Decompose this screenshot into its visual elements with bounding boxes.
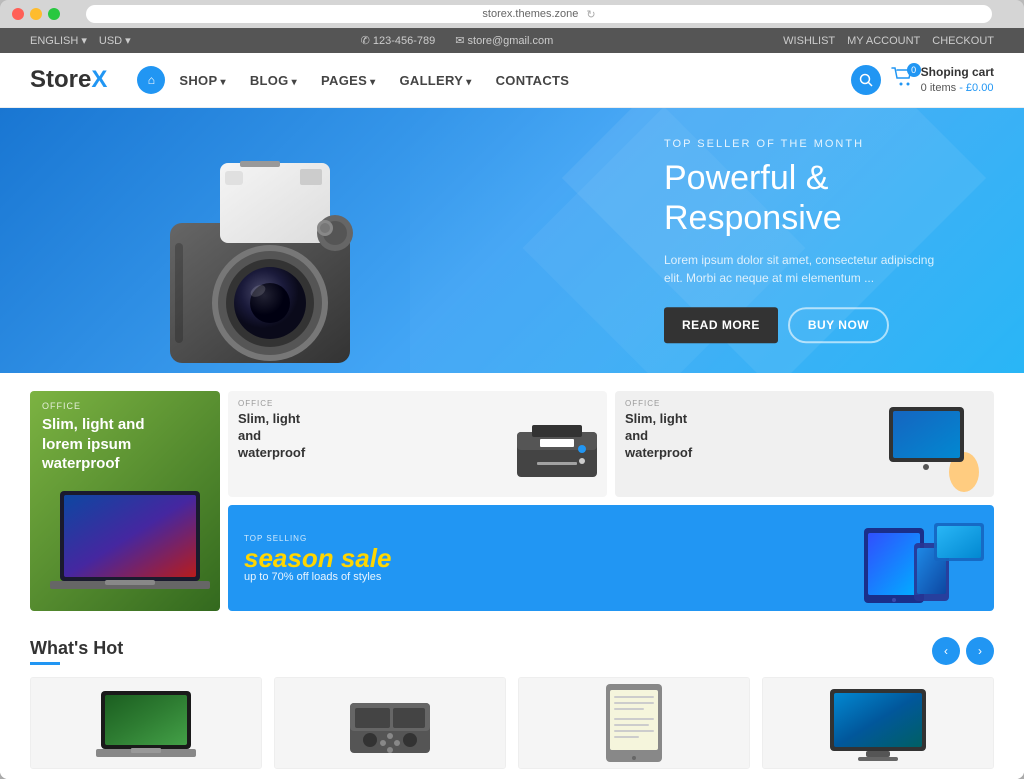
cart-items: 0 items - £0.00 [921,81,994,95]
promo-right-col: OFFICE Slim, light and waterproof [228,391,994,611]
nav-contacts[interactable]: CONTACTS [486,67,580,94]
refresh-icon[interactable]: ↻ [586,8,595,21]
site-logo[interactable]: StoreX [30,66,107,94]
hero-subtitle: TOP SELLER OF THE MONTH [664,138,944,150]
promo-grid: OFFICE Slim, light and lorem ipsum water… [0,373,1024,621]
browser-titlebar: storex.themes.zone ↻ [0,0,1024,28]
sale-subtitle: up to 70% off loads of styles [244,571,843,583]
top-bar-left: ENGLISH USD [30,34,131,47]
minimize-browser-btn[interactable] [30,8,42,20]
hero-camera-image [140,133,400,373]
currency-selector[interactable]: USD [99,34,131,47]
promo-card-laptop[interactable]: OFFICE Slim, light and lorem ipsum water… [30,391,220,611]
wishlist-link[interactable]: WISHLIST [783,35,835,47]
product-card-2[interactable] [274,677,506,769]
email-address: ✉ store@gmail.com [455,34,553,47]
maximize-browser-btn[interactable] [48,8,60,20]
nav-pages[interactable]: PAGES [311,67,385,94]
promo-top-row: OFFICE Slim, light and waterproof [228,391,994,497]
nav-gallery[interactable]: GALLERY [389,67,481,94]
logo-x: X [91,66,107,93]
tablet-touch-svg [884,397,994,492]
hero-title: Powerful & Responsive [664,158,944,240]
top-bar-right: WISHLIST MY ACCOUNT CHECKOUT [783,35,994,47]
account-link[interactable]: MY ACCOUNT [847,35,920,47]
sale-content-area: TOP SELLING season sale up to 70% off lo… [228,505,994,611]
product-image-2 [275,678,505,768]
nav-shop[interactable]: SHOP [169,67,235,94]
promo-card-printer[interactable]: OFFICE Slim, light and waterproof [228,391,607,497]
macbook-svg [96,686,196,761]
carousel-nav: ‹ › [932,637,994,665]
hero-buttons: READ MORE BUY NOW [664,307,944,343]
whats-hot-section: What's Hot ‹ › [0,621,1024,779]
sale-devices-svg [859,508,989,608]
top-bar: ENGLISH USD ✆ 123-456-789 ✉ store@gmail.… [0,28,1024,53]
hero-description: Lorem ipsum dolor sit amet, consectetur … [664,251,944,287]
cart-icon-wrap: 0 [891,67,915,92]
promo-text-2: Slim, light and waterproof [238,411,318,462]
promo-label-3: OFFICE [625,399,660,408]
phone-number: ✆ 123-456-789 [361,34,436,47]
camera-svg [140,133,400,373]
nav-blog[interactable]: BLOG [240,67,307,94]
language-selector[interactable]: ENGLISH [30,34,87,47]
nav-links: ⌂ SHOP BLOG PAGES GALLERY CONTACTS [137,66,850,94]
sale-label: TOP SELLING [244,534,843,543]
products-row [30,677,994,769]
logo-text: Store [30,66,91,93]
buy-now-button[interactable]: BUY NOW [788,307,889,343]
cart-badge: 0 [907,63,921,77]
promo-text-1: Slim, light and lorem ipsum waterproof [42,415,152,474]
close-browser-btn[interactable] [12,8,24,20]
prev-arrow[interactable]: ‹ [932,637,960,665]
product-image-1 [31,678,261,768]
console-svg [345,688,435,758]
address-bar[interactable]: storex.themes.zone ↻ [86,5,992,23]
section-title: What's Hot [30,638,123,665]
promo-text-3: Slim, light and waterproof [625,411,700,462]
cart-label: Shoping cart [921,65,994,81]
hero-content: TOP SELLER OF THE MONTH Powerful & Respo… [664,138,944,344]
cart-button[interactable]: 0 Shoping cart 0 items - £0.00 [891,65,994,95]
product-card-3[interactable] [518,677,750,769]
product-card-4[interactable] [762,677,994,769]
website-content: ENGLISH USD ✆ 123-456-789 ✉ store@gmail.… [0,28,1024,779]
search-button[interactable] [851,65,881,95]
browser-chrome: storex.themes.zone ↻ [0,0,1024,28]
read-more-button[interactable]: READ MORE [664,307,778,343]
promo-card-tablet[interactable]: OFFICE Slim, light and waterproof [615,391,994,497]
laptop-svg [50,481,220,611]
url-text: storex.themes.zone [482,8,578,20]
promo-sale-card[interactable]: TOP SELLING season sale up to 70% off lo… [228,505,994,611]
promo-label-2: OFFICE [238,399,273,408]
hero-banner: TOP SELLER OF THE MONTH Powerful & Respo… [0,108,1024,373]
sale-title: season sale [244,545,843,571]
sale-text: TOP SELLING season sale up to 70% off lo… [228,522,859,595]
next-arrow[interactable]: › [966,637,994,665]
cart-text: Shoping cart 0 items - £0.00 [921,65,994,95]
printer-svg [512,417,602,492]
checkout-link[interactable]: CHECKOUT [932,35,994,47]
top-bar-center: ✆ 123-456-789 ✉ store@gmail.com [361,34,554,47]
product-image-4 [763,678,993,768]
tv-tablet-svg [828,684,928,762]
whats-hot-header: What's Hot ‹ › [30,637,994,665]
promo-label-1: OFFICE [42,401,81,411]
product-card-1[interactable] [30,677,262,769]
nav-actions: 0 Shoping cart 0 items - £0.00 [851,65,994,95]
promo-row: OFFICE Slim, light and lorem ipsum water… [30,391,994,611]
browser-window: storex.themes.zone ↻ ENGLISH USD ✆ 123-4… [0,0,1024,779]
home-button[interactable]: ⌂ [137,66,165,94]
product-image-3 [519,678,749,768]
search-icon [859,73,873,87]
kindle-svg [604,682,664,764]
main-nav: StoreX ⌂ SHOP BLOG PAGES GALLERY CONTACT… [0,53,1024,108]
